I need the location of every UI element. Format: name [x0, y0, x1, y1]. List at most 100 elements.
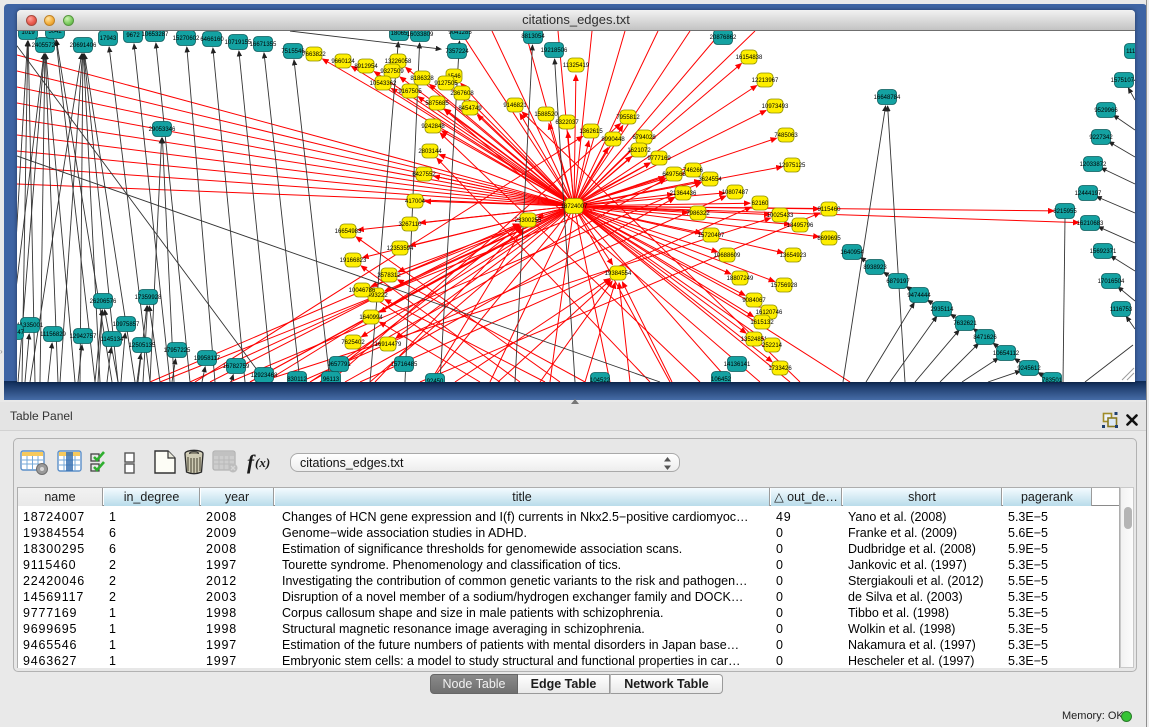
- svg-text:9242848: 9242848: [421, 124, 445, 130]
- svg-text:417004: 417004: [405, 199, 426, 205]
- svg-text:10975857: 10975857: [113, 322, 140, 328]
- svg-text:7632621: 7632621: [953, 321, 977, 327]
- svg-text:8912954: 8912954: [354, 64, 378, 70]
- svg-text:5042: 5042: [48, 31, 62, 35]
- svg-text:12353594: 12353594: [387, 246, 414, 252]
- svg-text:9657791: 9657791: [327, 362, 351, 368]
- svg-text:(x): (x): [255, 455, 270, 470]
- svg-text:10653287: 10653287: [142, 32, 169, 38]
- svg-text:1640954: 1640954: [840, 250, 864, 256]
- svg-text:830112: 830112: [287, 377, 307, 382]
- svg-text:16671355: 16671355: [250, 42, 277, 48]
- svg-text:11325419: 11325419: [563, 63, 590, 69]
- svg-text:10807487: 10807487: [722, 190, 749, 196]
- svg-text:19166823: 19166823: [340, 258, 367, 264]
- svg-text:12213967: 12213967: [752, 78, 779, 84]
- svg-text:7955812: 7955812: [616, 115, 640, 121]
- svg-text:15270602: 15270602: [173, 36, 200, 42]
- svg-text:29053346: 29053346: [149, 127, 176, 133]
- svg-text:9167505: 9167505: [398, 89, 422, 95]
- svg-text:15692371: 15692371: [1090, 249, 1117, 255]
- svg-text:1615132: 1615132: [750, 320, 774, 326]
- svg-text:1145134: 1145134: [101, 337, 125, 343]
- svg-text:9146821: 9146821: [503, 103, 527, 109]
- svg-text:10654112: 10654112: [993, 351, 1020, 357]
- svg-text:1019: 1019: [21, 31, 35, 36]
- svg-text:6427552: 6427552: [412, 172, 436, 178]
- svg-text:9084067: 9084067: [742, 298, 766, 304]
- svg-text:9227342: 9227342: [1089, 135, 1113, 141]
- svg-text:8186328: 8186328: [410, 76, 434, 82]
- svg-text:92450: 92450: [427, 379, 444, 382]
- svg-text:23300255: 23300255: [515, 218, 542, 224]
- svg-text:9777169: 9777169: [647, 156, 671, 162]
- svg-text:96113: 96113: [323, 377, 340, 382]
- svg-text:12505135: 12505135: [129, 343, 156, 349]
- svg-text:12444197: 12444197: [1075, 191, 1102, 197]
- svg-text:2367608: 2367608: [450, 91, 474, 97]
- svg-text:19958117: 19958117: [194, 356, 221, 362]
- svg-text:20876862: 20876862: [710, 35, 737, 41]
- svg-text:8215955: 8215955: [1053, 209, 1077, 215]
- svg-text:15720407: 15720407: [698, 233, 725, 239]
- svg-text:20691406: 20691406: [70, 43, 97, 49]
- svg-text:9529966: 9529966: [1094, 108, 1118, 114]
- svg-text:6497568: 6497568: [662, 172, 686, 178]
- svg-text:8454749: 8454749: [458, 106, 482, 112]
- svg-text:1621072: 1621072: [627, 148, 651, 154]
- svg-text:6879197: 6879197: [886, 279, 910, 285]
- svg-text:3624554: 3624554: [698, 177, 722, 183]
- svg-text:9672: 9672: [126, 33, 140, 39]
- svg-text:746266: 746266: [683, 168, 704, 174]
- svg-text:8990448: 8990448: [601, 137, 625, 143]
- svg-text:9115460: 9115460: [818, 207, 842, 213]
- svg-text:12923468: 12923468: [251, 373, 278, 379]
- svg-text:1640994: 1640994: [359, 315, 383, 321]
- svg-text:6794028: 6794028: [632, 135, 656, 141]
- svg-text:13495796: 13495796: [787, 223, 814, 229]
- svg-text:104522: 104522: [590, 378, 611, 382]
- svg-text:1116753: 1116753: [1110, 307, 1133, 313]
- svg-text:10543362: 10543362: [370, 81, 397, 87]
- svg-text:12975125: 12975125: [779, 163, 806, 169]
- svg-text:8813054: 8813054: [521, 34, 545, 40]
- svg-text:9041285: 9041285: [448, 31, 472, 36]
- svg-text:15756928: 15756928: [771, 283, 798, 289]
- svg-text:17943: 17943: [100, 36, 117, 42]
- svg-text:7625402: 7625402: [341, 340, 365, 346]
- svg-text:991547: 991547: [17, 330, 25, 336]
- svg-text:8938923: 8938923: [863, 265, 887, 271]
- svg-text:24055724: 24055724: [32, 43, 59, 49]
- svg-text:1733426: 1733426: [768, 366, 792, 372]
- svg-text:19384554: 19384554: [605, 271, 632, 277]
- svg-text:3578312: 3578312: [377, 273, 401, 279]
- svg-text:10046786: 10046786: [349, 288, 376, 294]
- svg-text:9327509: 9327509: [380, 69, 404, 75]
- svg-text:783501: 783501: [1042, 378, 1063, 382]
- svg-text:17957225: 17957225: [164, 348, 191, 354]
- svg-text:7986322: 7986322: [686, 211, 710, 217]
- svg-text:16154838: 16154838: [736, 55, 763, 61]
- svg-text:18807249: 18807249: [727, 276, 754, 282]
- svg-text:11123: 11123: [1126, 49, 1135, 55]
- svg-text:62160: 62160: [752, 201, 769, 207]
- svg-text:106452: 106452: [711, 377, 732, 382]
- svg-text:16654983: 16654983: [335, 229, 362, 235]
- svg-text:1588520: 1588520: [534, 112, 558, 118]
- svg-text:26206576: 26206576: [90, 299, 117, 305]
- svg-text:7357224: 7357224: [445, 49, 469, 55]
- svg-text:6322037: 6322037: [555, 120, 579, 126]
- svg-text:17359928: 17359928: [135, 295, 162, 301]
- svg-text:10973493: 10973493: [762, 104, 789, 110]
- svg-text:10688609: 10688609: [714, 253, 741, 259]
- svg-text:9245612: 9245612: [1017, 366, 1041, 372]
- svg-text:15716485: 15716485: [391, 362, 418, 368]
- svg-text:14136141: 14136141: [724, 362, 751, 368]
- svg-text:9474444: 9474444: [907, 293, 931, 299]
- svg-text:2935114: 2935114: [931, 307, 955, 313]
- svg-text:1362615: 1362615: [579, 129, 603, 135]
- svg-text:12942757: 12942757: [70, 334, 97, 340]
- svg-text:12033872: 12033872: [1080, 162, 1107, 168]
- svg-text:7663822: 7663822: [302, 52, 326, 58]
- svg-text:19218506: 19218506: [541, 48, 568, 54]
